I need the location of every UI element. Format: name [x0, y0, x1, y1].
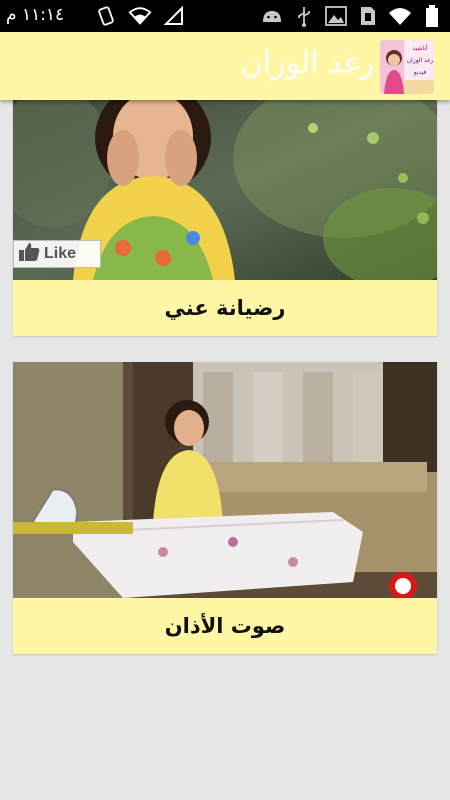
- wifi-settings-icon: [94, 4, 118, 28]
- notification-icons: [94, 4, 186, 28]
- action-bar: رغد الوزان أناشيد رغد الوزان فيديو: [0, 32, 450, 100]
- battery-icon: [420, 4, 444, 28]
- signal-icon: [162, 4, 186, 28]
- app-title: رغد الوزان: [240, 46, 374, 81]
- video-thumbnail[interactable]: [13, 362, 437, 598]
- wifi-full-icon: [388, 4, 412, 28]
- video-card[interactable]: صوت الأذان: [13, 362, 437, 654]
- logo-text-2: رغد الوزان: [407, 57, 434, 64]
- video-list[interactable]: Like رضيانة عني صوت الأذان: [0, 100, 450, 800]
- video-thumbnail[interactable]: Like: [13, 100, 437, 280]
- app-logo[interactable]: أناشيد رغد الوزان فيديو: [380, 40, 434, 94]
- android-icon: [260, 4, 284, 28]
- usb-icon: [292, 4, 316, 28]
- thumbs-up-icon: [18, 242, 40, 266]
- status-bar: ١١:١٤ م: [0, 0, 450, 32]
- video-title[interactable]: صوت الأذان: [13, 598, 437, 654]
- video-title[interactable]: رضيانة عني: [13, 280, 437, 336]
- image-icon: [324, 4, 348, 28]
- like-badge[interactable]: Like: [13, 240, 101, 268]
- system-icons: [260, 4, 444, 28]
- wifi-icon: [128, 4, 152, 28]
- like-label: Like: [44, 245, 77, 262]
- logo-text-1: أناشيد: [412, 44, 427, 52]
- sd-card-icon: [356, 4, 380, 28]
- video-card[interactable]: Like رضيانة عني: [13, 100, 437, 336]
- clock: ١١:١٤ م: [6, 5, 65, 25]
- logo-text-3: فيديو: [413, 69, 427, 76]
